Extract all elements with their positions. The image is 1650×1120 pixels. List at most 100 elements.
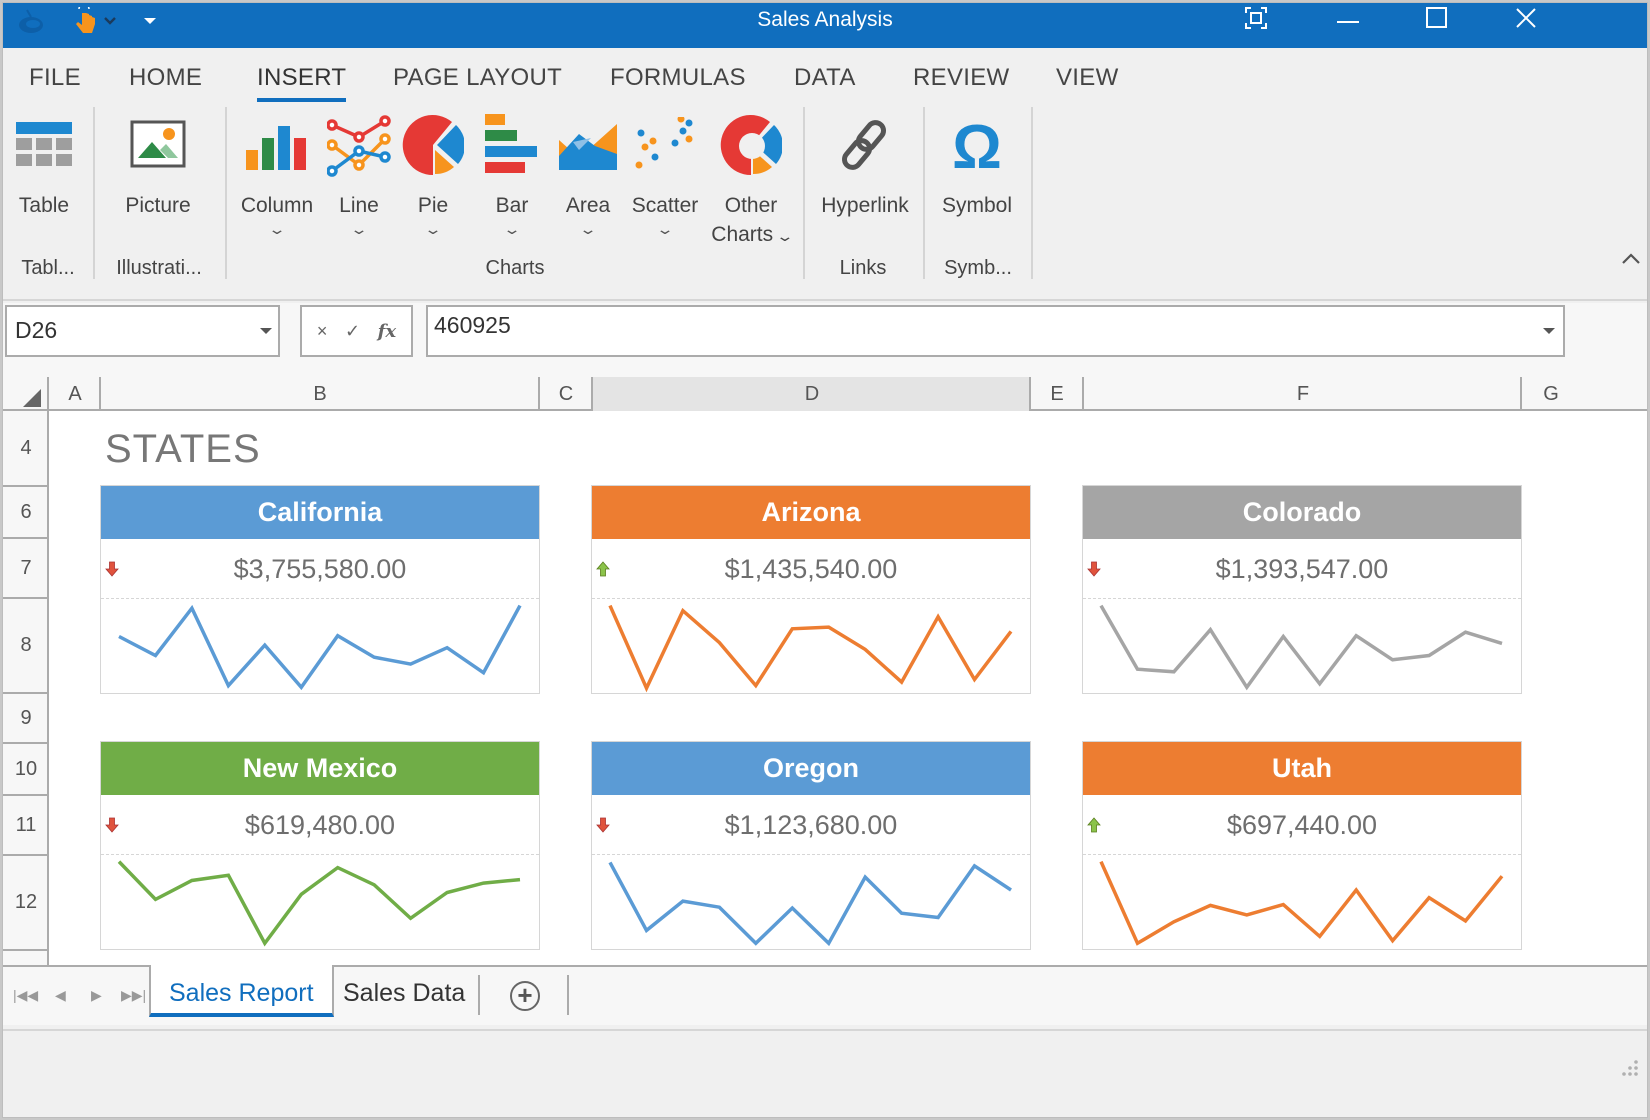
tab-view[interactable]: VIEW [1056,64,1119,92]
column-header-d[interactable]: D [591,377,1031,411]
tab-review[interactable]: REVIEW [913,64,1009,92]
state-card[interactable]: Colorado $1,393,547.00 [1082,485,1522,694]
scatter-label: Scatter [631,194,699,217]
app-logo-icon[interactable] [17,7,47,35]
cancel-icon[interactable]: × [317,321,328,342]
insert-table-button[interactable]: Table [13,113,75,220]
row-header-6[interactable]: 6 [3,487,49,539]
sparkline-series [608,861,1012,947]
sales-amount-cell: $1,123,680.00 [592,795,1030,855]
column-header-c[interactable]: C [538,377,592,411]
column-header-g[interactable]: G [1520,377,1580,411]
pie-chart-button[interactable]: Pie ⌄ [401,113,465,238]
row-header-8[interactable]: 8 [3,599,49,694]
state-card[interactable]: Oregon $1,123,680.00 [591,741,1031,950]
trend-down-arrow-icon [105,561,119,577]
row-header-7[interactable]: 7 [3,539,49,599]
formula-input[interactable]: 460925 [426,305,1565,357]
chevron-down-icon: ⌄ [655,221,675,237]
other-label: Other [724,194,778,217]
close-icon [1515,7,1537,34]
chevron-down-icon: ⌄ [775,228,795,244]
tab-page-layout[interactable]: PAGE LAYOUT [393,64,562,92]
touch-mode-icon[interactable] [73,7,97,35]
fullscreen-icon [1245,6,1267,34]
state-card[interactable]: New Mexico $619,480.00 [100,741,540,950]
sheet-tab-sales-data[interactable]: Sales Data [325,965,483,1017]
insert-picture-button[interactable]: Picture [121,113,195,220]
tab-separator [478,975,480,1015]
next-sheet-icon[interactable]: ▶ [91,987,102,1004]
hyperlink-button[interactable]: Hyperlink [817,113,913,220]
sales-amount: $3,755,580.00 [233,554,407,584]
tab-formulas[interactable]: FORMULAS [610,64,746,92]
table-icon [16,122,72,174]
pie-chart-icon [402,114,465,182]
tab-data[interactable]: DATA [794,64,856,92]
last-sheet-icon[interactable]: ▶▶| [121,987,146,1004]
first-sheet-icon[interactable]: |◀◀ [13,987,38,1004]
tab-file[interactable]: FILE [29,64,81,92]
collapse-ribbon-button[interactable] [1621,251,1641,270]
column-header-e[interactable]: E [1029,377,1083,411]
state-card[interactable]: California $3,755,580.00 [100,485,540,694]
state-name: Arizona [592,486,1030,539]
maximize-button[interactable] [1402,3,1472,37]
select-all-icon[interactable] [23,389,41,407]
column-chart-button[interactable]: Column ⌄ [239,113,315,238]
name-box-dropdown-icon[interactable] [260,328,272,334]
trend-up-arrow-icon [1087,817,1101,833]
other-charts-button[interactable]: Other Charts ⌄ [709,113,795,251]
sales-amount-cell: $1,435,540.00 [592,539,1030,599]
tab-insert[interactable]: INSERT [257,64,347,102]
title-bar: Sales Analysis [3,3,1647,48]
add-sheet-button[interactable]: + [510,981,540,1011]
insert-function-icon[interactable]: fx [378,321,396,342]
sparkline-chart [117,860,521,947]
fullscreen-button[interactable] [1221,3,1291,37]
symbol-button[interactable]: Ω Symbol [937,113,1017,220]
picture-icon [130,120,186,176]
sheet-tab-bar: |◀◀ ◀ ▶ ▶▶| Sales Report Sales Data + [3,965,1647,1025]
fx-label: fx [377,320,397,342]
name-box-value: D26 [15,317,58,343]
minimize-button[interactable] [1313,3,1383,37]
area-chart-icon [559,120,617,176]
sparkline-chart [608,604,1013,693]
sheet-tab-sales-report[interactable]: Sales Report [149,965,334,1017]
state-card[interactable]: Utah $697,440.00 [1082,741,1522,950]
resize-grip-icon[interactable] [1619,1059,1639,1079]
row-headers: 4 6 7 8 9 10 11 12 [3,411,49,965]
sales-amount: $697,440.00 [1226,810,1378,840]
sales-amount: $1,393,547.00 [1215,554,1389,584]
ribbon-separator [1031,107,1033,279]
sparkline-chart [1099,860,1504,946]
column-header-b[interactable]: B [99,377,539,411]
tab-home[interactable]: HOME [129,64,202,92]
name-box[interactable]: D26 [5,305,280,357]
customize-toolbar-icon[interactable] [143,7,157,35]
scatter-chart-button[interactable]: Scatter ⌄ [629,113,701,238]
trend-down-arrow-icon [1087,561,1101,577]
prev-sheet-icon[interactable]: ◀ [55,987,66,1004]
sparkline-chart [118,604,522,691]
enter-icon[interactable]: ✓ [345,321,360,342]
sales-amount: $1,123,680.00 [724,810,898,840]
row-header-11[interactable]: 11 [3,796,49,856]
picture-label: Picture [125,194,191,217]
ribbon-separator [923,107,925,279]
quick-access-dropdown-icon[interactable] [103,7,117,35]
row-header-9[interactable]: 9 [3,694,49,744]
row-header-4[interactable]: 4 [3,411,49,487]
state-card[interactable]: Arizona $1,435,540.00 [591,485,1031,694]
column-header-a[interactable]: A [47,377,101,411]
row-header-10[interactable]: 10 [3,744,49,796]
sales-amount-cell: $1,393,547.00 [1083,539,1521,599]
close-button[interactable] [1491,3,1561,37]
bar-label: Bar [495,194,529,217]
bar-chart-button[interactable]: Bar ⌄ [481,113,543,238]
ribbon-separator [225,107,227,279]
column-header-f[interactable]: F [1082,377,1522,411]
row-header-12[interactable]: 12 [3,856,49,951]
expand-formula-icon[interactable] [1543,328,1555,334]
